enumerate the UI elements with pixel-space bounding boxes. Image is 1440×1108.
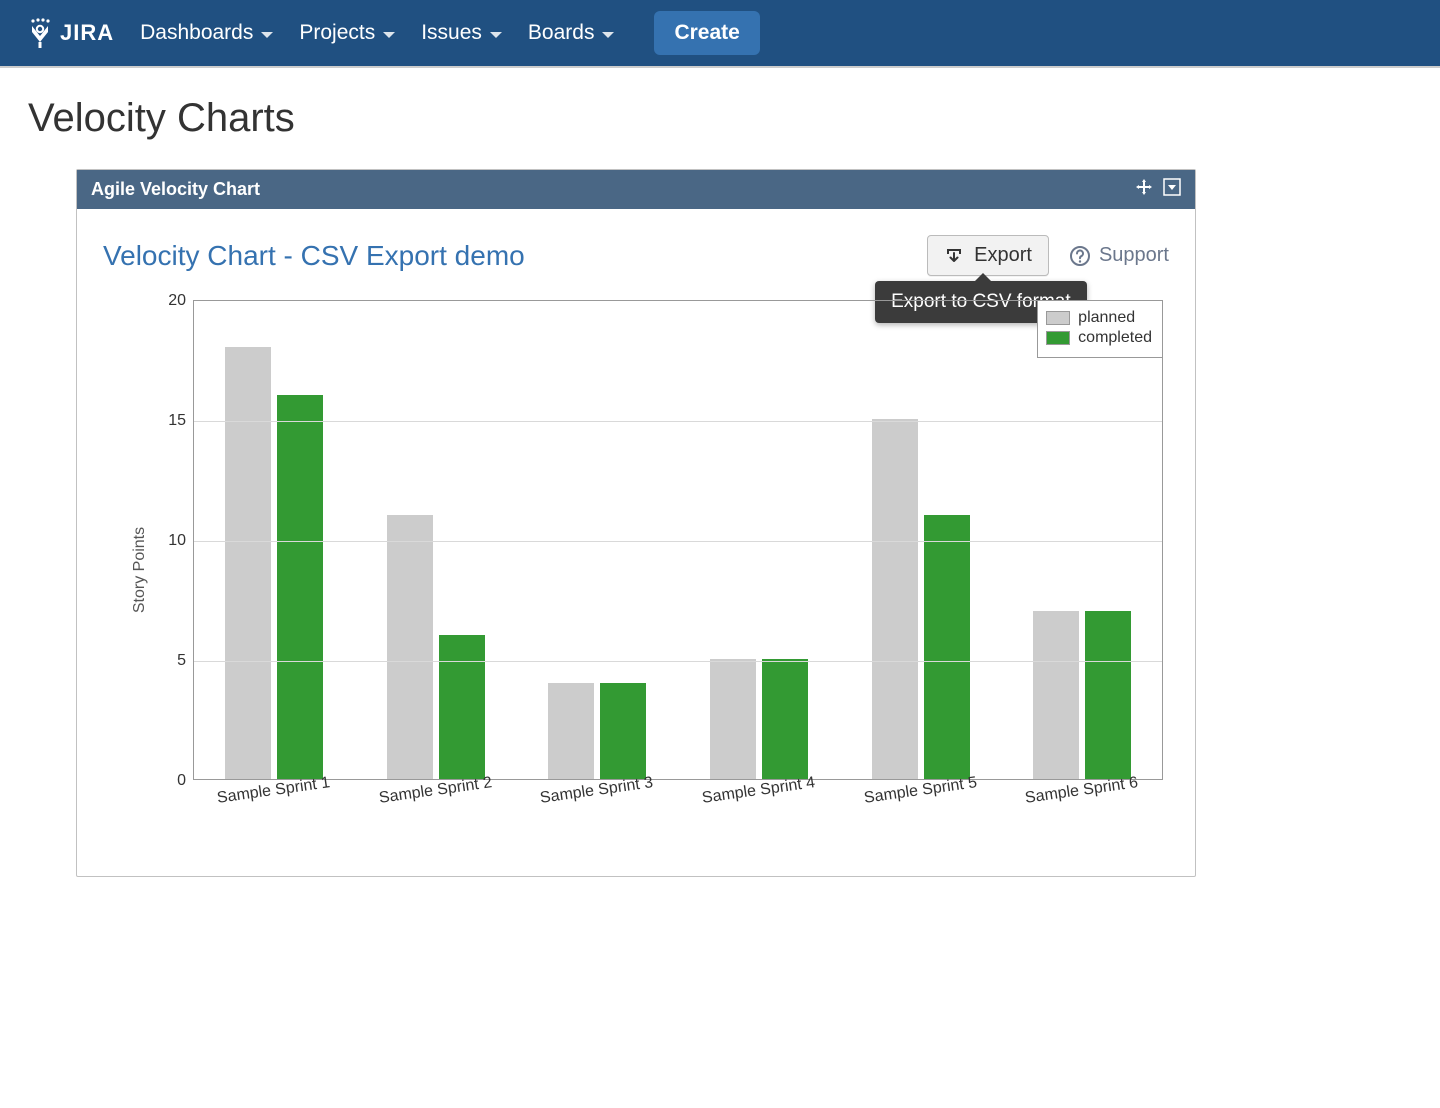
export-icon [944,246,964,266]
nav-issues[interactable]: Issues [421,21,502,45]
y-tick: 0 [158,772,186,790]
chart-plot-area: planned completed 05101520 [193,300,1163,780]
move-icon[interactable] [1135,178,1153,201]
bar-planned[interactable] [225,347,271,779]
x-tick-label: Sample Sprint 6 [1024,774,1139,808]
bar-completed[interactable] [600,683,646,779]
bar-completed[interactable] [762,659,808,779]
bar-planned[interactable] [872,419,918,779]
gadget-body: Velocity Chart - CSV Export demo Export … [77,209,1195,876]
bar-completed[interactable] [1085,611,1131,779]
gridline [194,661,1162,662]
top-nav: JIRA Dashboards Projects Issues Boards C… [0,0,1440,66]
jira-logo[interactable]: JIRA [28,18,114,48]
y-tick: 5 [158,652,186,670]
bar-completed[interactable] [277,395,323,779]
page: Velocity Charts Agile Velocity Chart Vel… [0,68,1440,917]
nav-projects[interactable]: Projects [299,21,395,45]
jira-logo-icon [28,18,52,48]
chevron-down-icon [383,32,395,38]
chevron-down-icon [490,32,502,38]
x-tick-label: Sample Sprint 1 [216,774,331,808]
bar-planned[interactable] [1033,611,1079,779]
nav-issues-label: Issues [421,21,482,45]
velocity-chart: Story Points planned completed 05101520 [103,300,1169,840]
x-tick-label: Sample Sprint 4 [701,774,816,808]
gridline [194,541,1162,542]
x-tick-label: Sample Sprint 3 [539,774,654,808]
velocity-gadget: Agile Velocity Chart Velocity Chart - CS… [76,169,1196,877]
y-tick: 20 [158,292,186,310]
nav-boards-label: Boards [528,21,595,45]
gadget-header-title: Agile Velocity Chart [91,179,260,200]
bar-planned[interactable] [387,515,433,779]
bar-completed[interactable] [439,635,485,779]
support-link-label: Support [1099,244,1169,267]
brand-text: JIRA [60,20,114,46]
nav-boards[interactable]: Boards [528,21,615,45]
gadget-header: Agile Velocity Chart [77,170,1195,209]
nav-projects-label: Projects [299,21,375,45]
chevron-down-icon [602,32,614,38]
y-axis-label: Story Points [131,527,149,613]
nav-dashboards[interactable]: Dashboards [140,21,273,45]
x-tick-label: Sample Sprint 5 [863,774,978,808]
bar-planned[interactable] [710,659,756,779]
y-tick: 10 [158,532,186,550]
bar-planned[interactable] [548,683,594,779]
help-icon [1069,245,1091,267]
gridline [194,421,1162,422]
x-axis-labels: Sample Sprint 1Sample Sprint 2Sample Spr… [193,780,1163,840]
bars-layer [194,301,1162,779]
y-tick: 15 [158,412,186,430]
support-link[interactable]: Support [1069,244,1169,267]
create-button[interactable]: Create [654,11,759,55]
nav-dashboards-label: Dashboards [140,21,253,45]
gadget-actions: Export Export to CSV format Support [927,235,1169,276]
create-button-label: Create [674,21,739,44]
chevron-down-icon [261,32,273,38]
page-title: Velocity Charts [28,96,1412,141]
bar-completed[interactable] [924,515,970,779]
export-button-label: Export [974,244,1032,267]
export-button[interactable]: Export [927,235,1049,276]
x-tick-label: Sample Sprint 2 [378,774,493,808]
chart-title: Velocity Chart - CSV Export demo [103,240,525,272]
dropdown-icon[interactable] [1163,178,1181,201]
